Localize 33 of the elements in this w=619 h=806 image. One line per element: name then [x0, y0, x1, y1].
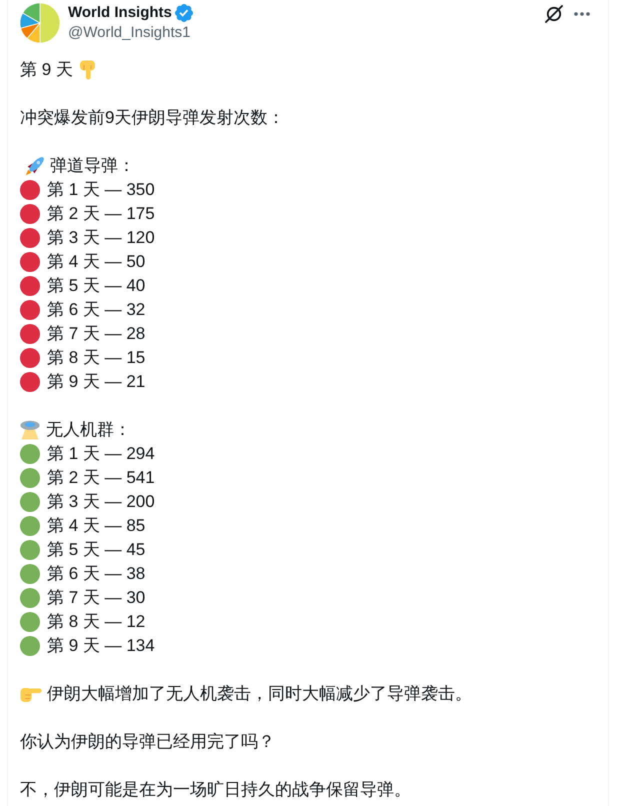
author-name[interactable]: World Insights [68, 3, 172, 23]
day-heading: 第 9 天 [20, 59, 73, 81]
day-count-text: 第 9 天 — 21 [47, 371, 146, 393]
pointing-down-hand-icon [78, 60, 97, 80]
day-count-text: 第 1 天 — 294 [47, 443, 155, 465]
intro-text: 冲突爆发前9天伊朗导弹发射次数： [20, 107, 284, 129]
day-count-text: 第 5 天 — 45 [47, 539, 146, 561]
day-count-text: 第 6 天 — 38 [47, 563, 146, 585]
observation-text: 伊朗大幅增加了无人机袭击，同时大幅减少了导弹袭击。 [47, 683, 472, 705]
day-count-text: 第 4 天 — 50 [47, 251, 146, 273]
answer-text: 不，伊朗可能是在为一场旷日持久的战争保留导弹。 [20, 779, 411, 801]
section-heading: 弹道导弹： [50, 155, 135, 177]
day-count-text: 第 7 天 — 30 [47, 587, 146, 609]
day-count-text: 第 3 天 — 200 [47, 491, 155, 513]
day-count-text: 第 2 天 — 541 [47, 467, 155, 489]
day-count-text: 第 1 天 — 350 [47, 179, 155, 201]
more-icon[interactable] [574, 12, 590, 16]
day-count-text: 第 7 天 — 28 [47, 323, 146, 345]
day-count-text: 第 4 天 — 85 [47, 515, 146, 537]
day-count-text: 第 8 天 — 12 [47, 611, 146, 633]
day-count-text: 第 9 天 — 134 [47, 635, 155, 657]
day-count-text: 第 6 天 — 32 [47, 299, 146, 321]
author-handle[interactable]: @World_Insights1 [68, 23, 193, 43]
flying-saucer-icon [20, 420, 40, 440]
day-count-text: 第 5 天 — 40 [47, 275, 146, 297]
rocket-icon [25, 156, 45, 176]
slashed-circle-icon[interactable] [545, 5, 563, 23]
day-count-text: 第 2 天 — 175 [47, 203, 155, 225]
question-text: 你认为伊朗的导弹已经用完了吗？ [20, 731, 275, 753]
pie-chart-logo-icon[interactable] [20, 3, 60, 43]
day-count-text: 第 8 天 — 15 [47, 347, 146, 369]
day-count-text: 第 3 天 — 120 [47, 227, 155, 249]
section-heading: 无人机群： [46, 419, 131, 441]
